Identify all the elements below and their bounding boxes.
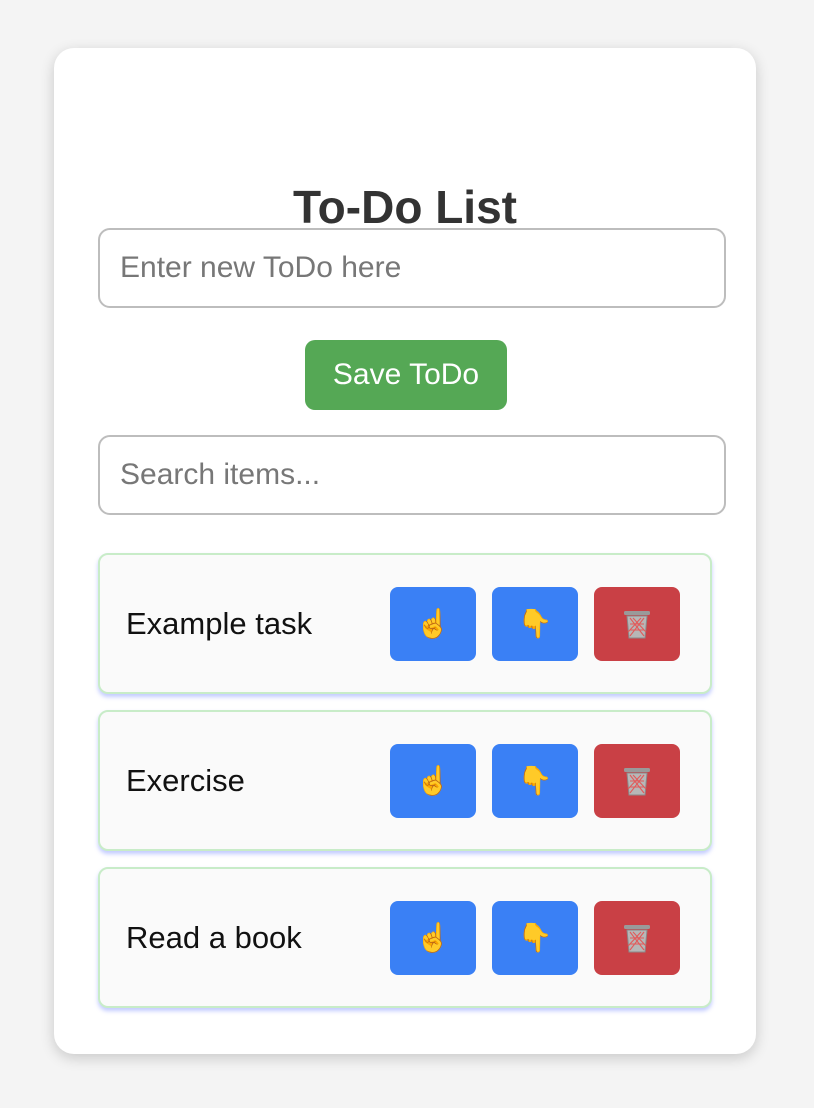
trash-can-icon: [622, 922, 652, 954]
pointing-up-icon: ☝: [415, 765, 451, 796]
todo-item-text: Example task: [126, 606, 313, 641]
pointing-down-icon: 👇: [517, 922, 553, 953]
list-item: Read a book ☝ 👇: [98, 867, 712, 1008]
move-up-button[interactable]: ☝: [390, 901, 476, 975]
pointing-up-icon: ☝: [415, 608, 451, 639]
todo-item-text: Exercise: [126, 763, 245, 798]
trash-can-icon: [622, 765, 652, 797]
move-up-button[interactable]: ☝: [390, 587, 476, 661]
trash-can-icon: [622, 608, 652, 640]
todo-card: To-Do List Save ToDo Example task ☝ 👇: [54, 48, 756, 1054]
search-input[interactable]: [98, 435, 726, 515]
todo-item-text: Read a book: [126, 920, 302, 955]
new-todo-input[interactable]: [98, 228, 726, 308]
pointing-down-icon: 👇: [517, 765, 553, 796]
move-up-button[interactable]: ☝: [390, 744, 476, 818]
save-todo-button[interactable]: Save ToDo: [305, 340, 507, 410]
pointing-down-icon: 👇: [517, 608, 553, 639]
todo-list: Example task ☝ 👇 Exercise ☝ 👇 Read a boo…: [98, 553, 712, 1024]
delete-button[interactable]: [594, 744, 680, 818]
move-down-button[interactable]: 👇: [492, 901, 578, 975]
list-item: Example task ☝ 👇: [98, 553, 712, 694]
list-item: Exercise ☝ 👇: [98, 710, 712, 851]
delete-button[interactable]: [594, 901, 680, 975]
move-down-button[interactable]: 👇: [492, 744, 578, 818]
pointing-up-icon: ☝: [415, 922, 451, 953]
delete-button[interactable]: [594, 587, 680, 661]
move-down-button[interactable]: 👇: [492, 587, 578, 661]
